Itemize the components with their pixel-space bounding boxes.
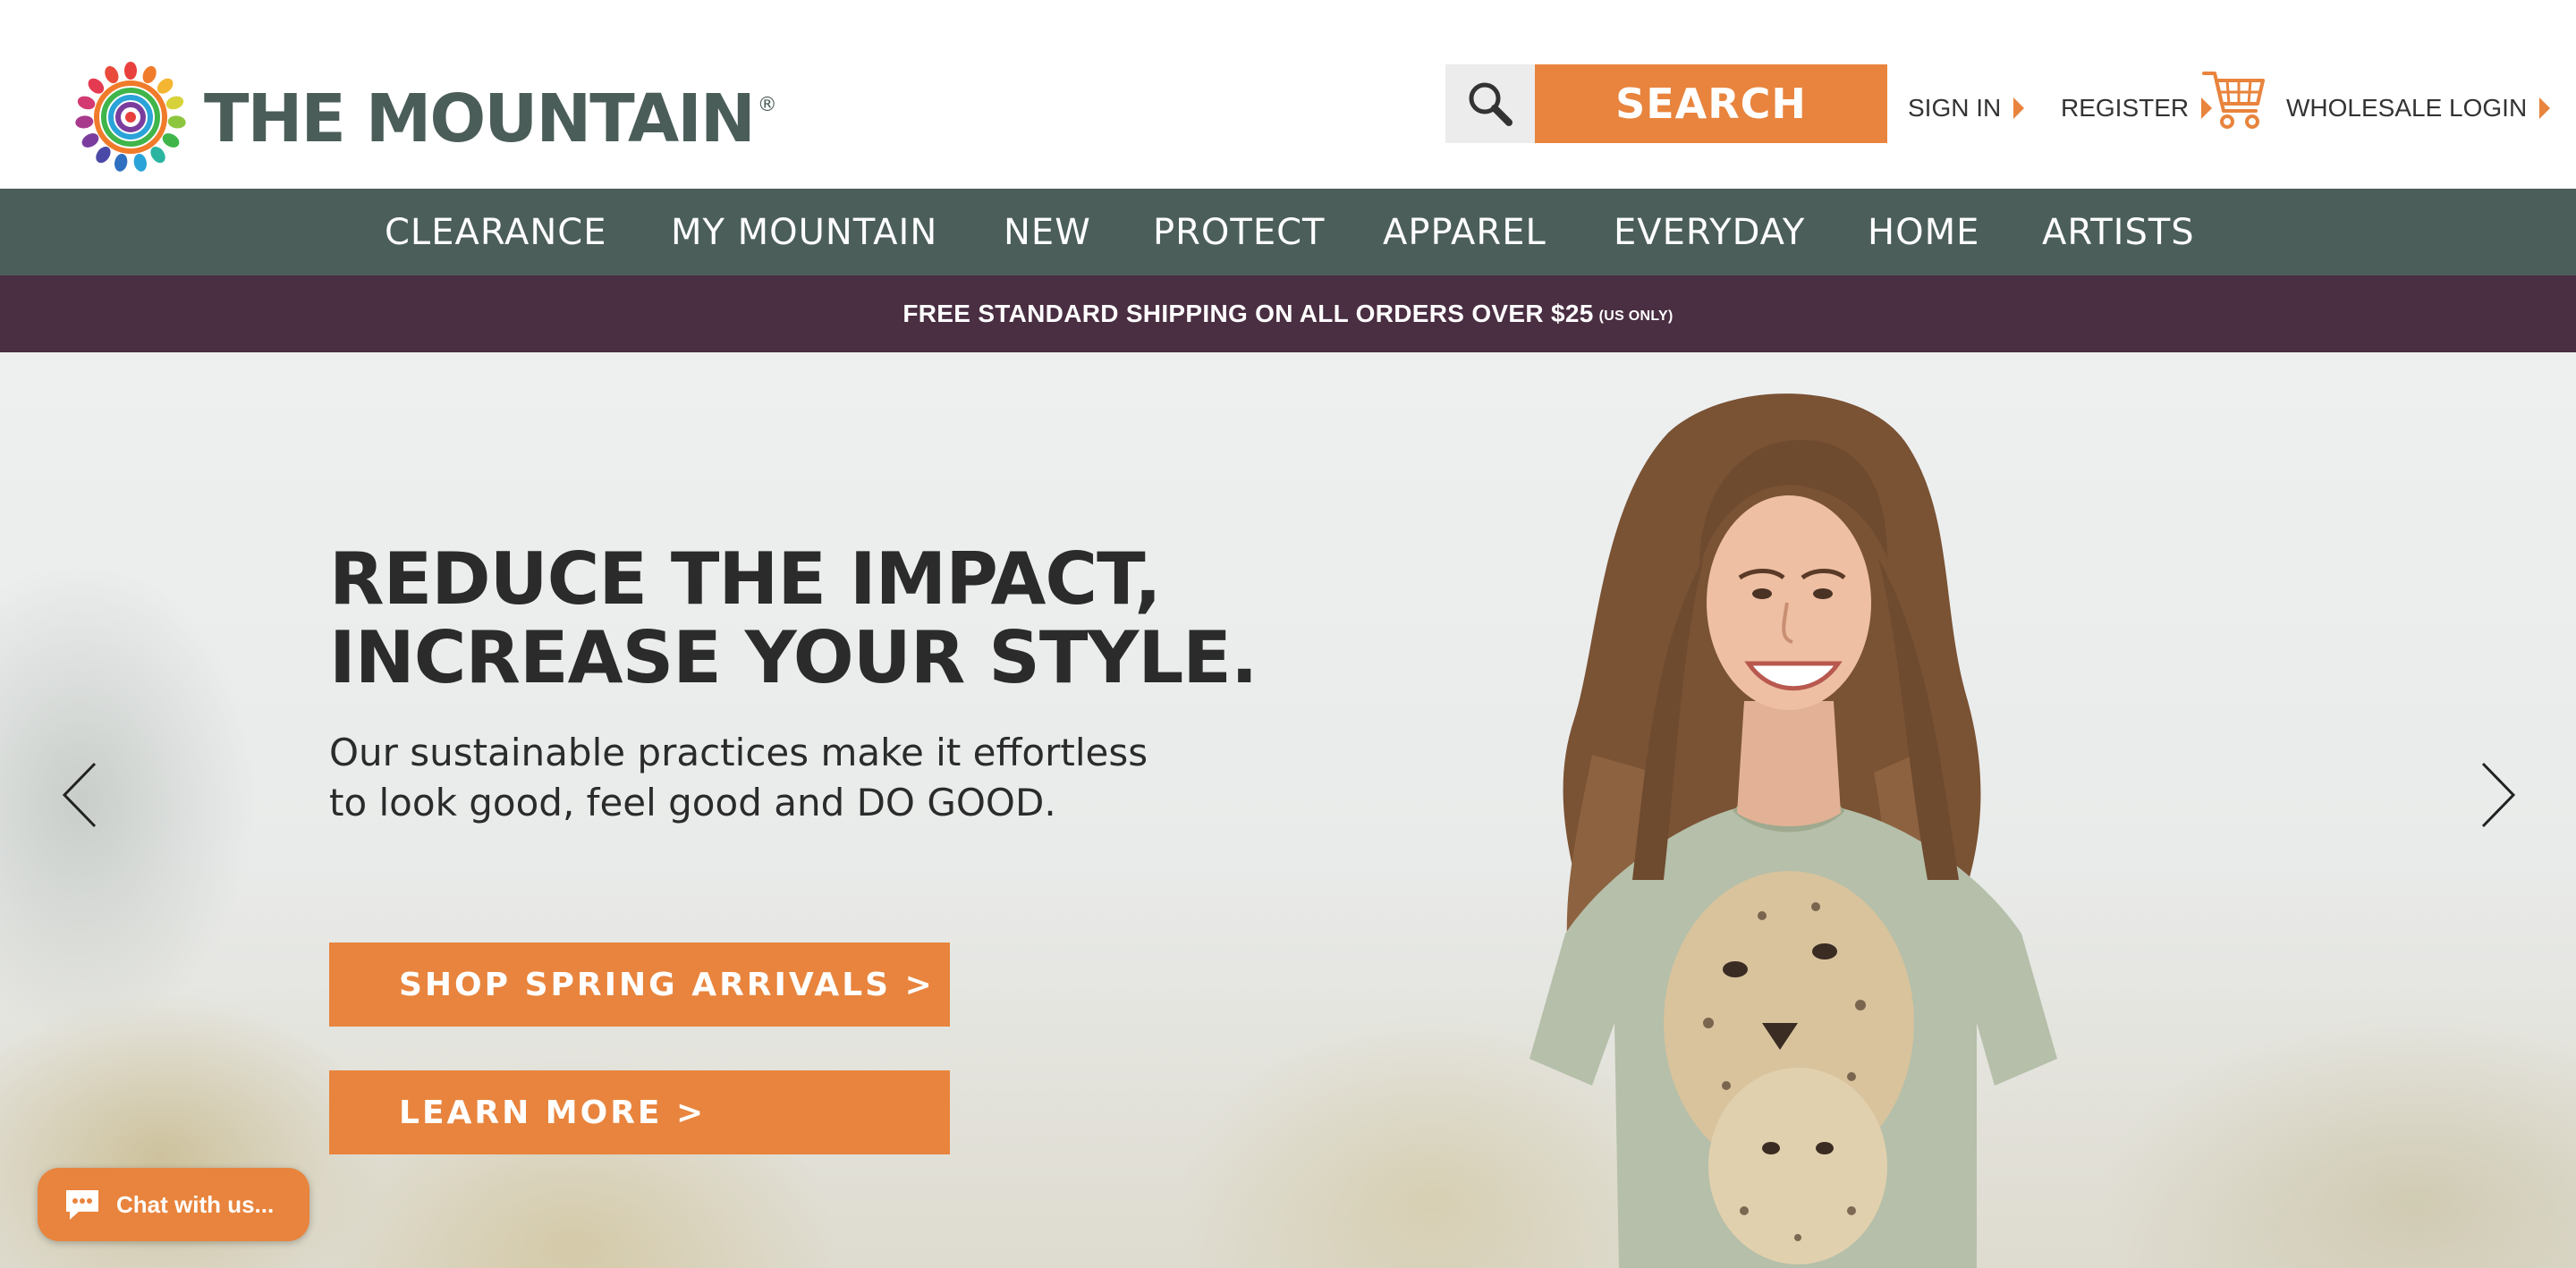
hero-sub-line2: to look good, feel good and DO GOOD. <box>329 781 1056 824</box>
search-button[interactable]: SEARCH <box>1535 64 1887 143</box>
cart-icon[interactable] <box>2200 66 2267 132</box>
promo-banner: FREE STANDARD SHIPPING ON ALL ORDERS OVE… <box>0 275 2576 352</box>
wholesale-login-label: WHOLESALE LOGIN <box>2286 94 2528 122</box>
hero-headline: REDUCE THE IMPACT, INCREASE YOUR STYLE. <box>329 537 1258 699</box>
chat-bubble-icon <box>66 1190 98 1220</box>
hero-headline-line2: INCREASE YOUR STYLE. <box>329 616 1258 699</box>
site-header: THE MOUNTAIN ® SEARCH SIGN IN REGISTER WH… <box>0 0 2576 189</box>
nav-item-my-mountain[interactable]: MY MOUNTAIN <box>671 189 937 275</box>
arrow-right-icon <box>2539 97 2551 119</box>
registered-mark: ® <box>757 94 777 116</box>
hero-model-image <box>1530 393 2057 1268</box>
nav-item-protect[interactable]: PROTECT <box>1153 189 1325 275</box>
learn-more-button[interactable]: LEARN MORE > <box>329 1070 950 1154</box>
search-input[interactable] <box>1445 64 1535 143</box>
chat-label: Chat with us... <box>116 1190 275 1218</box>
promo-note: (US ONLY) <box>1598 309 1674 324</box>
sign-in-link[interactable]: SIGN IN <box>1908 89 2025 127</box>
register-label: REGISTER <box>2061 94 2190 122</box>
hero-carousel: REDUCE THE IMPACT, INCREASE YOUR STYLE. … <box>0 352 2576 1268</box>
nav-item-clearance[interactable]: CLEARANCE <box>385 189 607 275</box>
chat-button[interactable]: Chat with us... <box>38 1168 309 1241</box>
sun-logo-icon <box>75 62 186 172</box>
wholesale-login-link[interactable]: WHOLESALE LOGIN <box>2286 89 2551 127</box>
hero-subheadline: Our sustainable practices make it effort… <box>329 728 1148 828</box>
nav-item-artists[interactable]: ARTISTS <box>2042 189 2195 275</box>
nav-item-new[interactable]: NEW <box>1004 189 1091 275</box>
brand-logo[interactable]: THE MOUNTAIN ® <box>72 59 777 175</box>
arrow-right-icon <box>2013 97 2025 119</box>
chevron-right-icon[interactable] <box>2470 755 2524 835</box>
promo-text: FREE STANDARD SHIPPING ON ALL ORDERS OVE… <box>902 300 1594 327</box>
sign-in-label: SIGN IN <box>1908 94 2002 122</box>
search-icon <box>1469 82 1513 126</box>
hero-sub-line1: Our sustainable practices make it effort… <box>329 731 1148 774</box>
chevron-left-icon[interactable] <box>54 755 107 835</box>
shop-spring-arrivals-button[interactable]: SHOP SPRING ARRIVALS > <box>329 943 950 1027</box>
brand-wordmark: THE MOUNTAIN ® <box>204 80 777 157</box>
nav-item-everyday[interactable]: EVERYDAY <box>1614 189 1805 275</box>
nav-item-apparel[interactable]: APPAREL <box>1383 189 1546 275</box>
main-nav: CLEARANCE MY MOUNTAIN NEW PROTECT APPARE… <box>0 189 2576 275</box>
hero-headline-line1: REDUCE THE IMPACT, <box>329 537 1162 621</box>
register-link[interactable]: REGISTER <box>2061 89 2213 127</box>
nav-item-home[interactable]: HOME <box>1868 189 1979 275</box>
